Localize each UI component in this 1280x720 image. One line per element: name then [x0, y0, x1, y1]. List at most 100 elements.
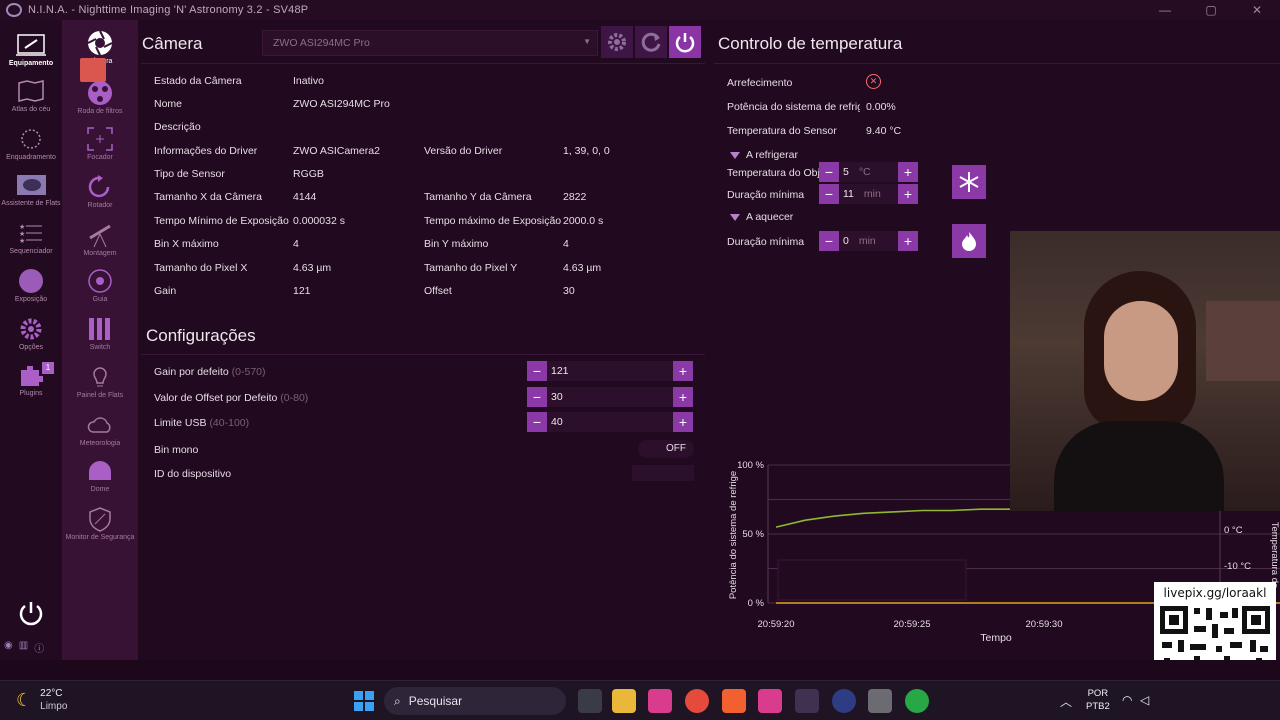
subnav-guider[interactable]: Guia	[62, 268, 138, 303]
nav-imaging[interactable]: Exposição	[0, 268, 62, 303]
tray-chevron-icon[interactable]: ︿	[1060, 693, 1072, 710]
weather-widget[interactable]: ☾ 22°C Limpo	[16, 687, 67, 713]
file-explorer-icon[interactable]	[612, 689, 636, 713]
app-green-icon[interactable]	[905, 689, 929, 713]
svg-text:★: ★	[19, 230, 25, 238]
start-cooling-button[interactable]	[952, 165, 986, 199]
cool-duration-input[interactable]: 11 min	[839, 184, 898, 204]
app-pink-icon[interactable]	[648, 689, 672, 713]
streamer-silhouette	[1054, 271, 1224, 511]
target-temp-increment-button[interactable]: +	[898, 162, 918, 182]
gain-input[interactable]: 121	[547, 361, 673, 381]
subnav-filter-wheel[interactable]: Roda de filtros	[62, 80, 138, 115]
nav-plugins[interactable]: Plugins 1	[0, 362, 62, 397]
device-id-input[interactable]	[632, 465, 694, 481]
nav-equipment[interactable]: Equipamento	[0, 32, 62, 67]
book-icon[interactable]: ▥	[19, 640, 28, 655]
expand-triangle-icon	[730, 151, 740, 159]
nina-taskbar-icon[interactable]	[795, 689, 819, 713]
device-id-label: ID do dispositivo	[154, 468, 232, 480]
warm-duration-input[interactable]: 0 min	[839, 231, 898, 251]
usb-decrement-button[interactable]: −	[527, 412, 547, 432]
filter-wheel-icon	[86, 80, 114, 106]
gain-label: Gain por defeito (0-570)	[154, 366, 266, 378]
chart-y2-label: Temperatura do	[1269, 522, 1280, 589]
warm-duration-increment-button[interactable]: +	[898, 231, 918, 251]
focuser-icon	[86, 126, 114, 152]
chevron-down-icon: ▼	[583, 37, 591, 46]
nav-sequencer[interactable]: ★ ★ ★ Sequenciador	[0, 220, 62, 255]
cooler-power-value: 0.00%	[866, 101, 896, 113]
qr-caption: livepix.gg/loraakl	[1163, 586, 1267, 600]
chart-y2-tick: -10 °C	[1224, 561, 1251, 572]
weather-icon	[86, 412, 114, 438]
maximize-icon[interactable]: ▢	[1188, 0, 1234, 20]
camera-connect-button[interactable]	[669, 26, 701, 58]
offset-label: Valor de Offset por Defeito (0-80)	[154, 392, 309, 404]
sky-atlas-icon	[16, 78, 46, 104]
eye-icon[interactable]: ◉	[4, 640, 13, 655]
subnav-flat-panel[interactable]: Painel de Flats	[62, 364, 138, 399]
chart-y-tick: 0 %	[748, 598, 765, 609]
power-icon[interactable]	[16, 598, 46, 628]
chart-series-line	[775, 508, 1010, 528]
language-indicator[interactable]: POR PTB2	[1086, 687, 1110, 713]
target-temp-label: Temperatura do Objetivo	[727, 167, 819, 179]
subnav-weather[interactable]: Meteorologia	[62, 412, 138, 447]
cool-duration-decrement-button[interactable]: −	[819, 184, 839, 204]
brave-icon[interactable]	[722, 689, 746, 713]
camera-sidebar-thumbnail	[80, 58, 106, 82]
target-temp-input[interactable]: 5 °C	[839, 162, 898, 182]
target-temp-decrement-button[interactable]: −	[819, 162, 839, 182]
task-view-icon[interactable]	[578, 689, 602, 713]
close-icon[interactable]: ✕	[1234, 0, 1280, 20]
nav-options[interactable]: Opções	[0, 316, 62, 351]
gain-decrement-button[interactable]: −	[527, 361, 547, 381]
divider	[714, 63, 1280, 64]
astro-app-icon[interactable]	[832, 689, 856, 713]
camera-refresh-button[interactable]	[635, 26, 667, 58]
offset-input[interactable]: 30	[547, 387, 673, 407]
usb-limit-input[interactable]: 40	[547, 412, 673, 432]
subnav-switch[interactable]: Switch	[62, 316, 138, 351]
chart-x-label: Tempo	[980, 632, 1012, 644]
app-gray-icon[interactable]	[868, 689, 892, 713]
subnav-focuser[interactable]: Focador	[62, 126, 138, 161]
gain-increment-button[interactable]: +	[673, 361, 693, 381]
camera-settings-button[interactable]	[601, 26, 633, 58]
taskbar-search[interactable]: ⌕ Pesquisar	[384, 687, 566, 715]
nav-flats-wizard[interactable]: Assistente de Flats	[0, 172, 62, 207]
warming-section-toggle[interactable]: A aquecer	[730, 211, 793, 223]
info-icon[interactable]: ⓘ	[34, 640, 44, 655]
usb-increment-button[interactable]: +	[673, 412, 693, 432]
offset-increment-button[interactable]: +	[673, 387, 693, 407]
subnav-safety-monitor[interactable]: Monitor de Segurança	[62, 506, 138, 541]
app-pink-2-icon[interactable]	[758, 689, 782, 713]
windows-start-icon[interactable]	[352, 689, 376, 713]
subnav-mount[interactable]: Montagem	[62, 222, 138, 257]
nav-framing[interactable]: Enquadramento	[0, 126, 62, 161]
camera-device-select[interactable]: ZWO ASI294MC Pro ▼	[262, 30, 598, 56]
chart-y-tick: 50 %	[742, 529, 764, 540]
chrome-icon[interactable]	[685, 689, 709, 713]
chart-x-tick: 20:59:25	[894, 619, 931, 630]
offset-decrement-button[interactable]: −	[527, 387, 547, 407]
webcam-overlay	[1010, 231, 1280, 511]
cooling-section-toggle[interactable]: A refrigerar	[730, 149, 798, 161]
sensor-temp-label: Temperatura do Sensor	[727, 125, 837, 137]
subnav-dome[interactable]: Dome	[62, 458, 138, 493]
bin-mono-toggle[interactable]: OFF	[638, 440, 694, 458]
nav-sky-atlas[interactable]: Atlas do céu	[0, 78, 62, 113]
wifi-icon[interactable]: ◠	[1122, 693, 1132, 707]
minimize-icon[interactable]: —	[1142, 0, 1188, 20]
chart-x-tick: 20:59:20	[758, 619, 795, 630]
chart-legend	[777, 559, 967, 601]
warm-duration-decrement-button[interactable]: −	[819, 231, 839, 251]
subnav-rotator[interactable]: Rotador	[62, 174, 138, 209]
app-logo-icon	[6, 3, 22, 17]
refresh-icon	[641, 32, 661, 52]
volume-icon[interactable]: ◁	[1140, 693, 1149, 707]
cool-duration-increment-button[interactable]: +	[898, 184, 918, 204]
start-warming-button[interactable]	[952, 224, 986, 258]
imaging-icon	[16, 268, 46, 294]
